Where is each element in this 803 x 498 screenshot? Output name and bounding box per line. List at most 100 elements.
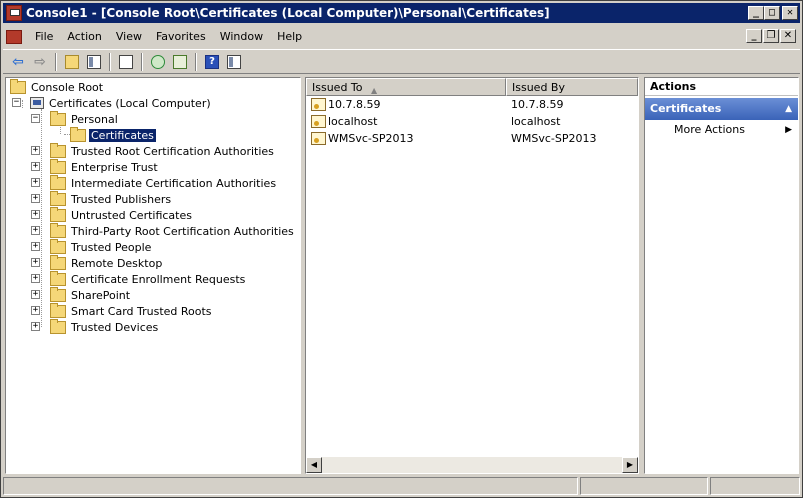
expand-icon[interactable]: +	[31, 290, 40, 299]
tree-label: Trusted Root Certification Authorities	[71, 144, 274, 158]
forward-arrow-icon[interactable]: ⇨	[29, 52, 51, 72]
column-label: Issued By	[512, 81, 565, 94]
expand-icon[interactable]: +	[31, 210, 40, 219]
menu-action[interactable]: Action	[60, 30, 108, 43]
folder-icon	[50, 110, 66, 126]
tree-item-store[interactable]: + Intermediate Certification Authorities	[31, 174, 278, 191]
tree-item-store[interactable]: + Trusted Publishers	[31, 190, 173, 207]
expand-icon[interactable]: +	[31, 226, 40, 235]
certificate-icon	[311, 115, 326, 128]
list-item[interactable]: localhost localhost	[306, 113, 638, 130]
tree-item-store[interactable]: + Trusted Root Certification Authorities	[31, 142, 276, 159]
refresh-icon[interactable]	[147, 52, 169, 72]
folder-icon	[50, 174, 66, 190]
expand-icon[interactable]: +	[31, 194, 40, 203]
console-icon[interactable]	[6, 5, 22, 21]
tree-item-store[interactable]: + Trusted Devices	[31, 318, 160, 335]
column-header-issued-to[interactable]: Issued To ▲	[306, 78, 506, 96]
maximize-button[interactable]: □	[764, 6, 780, 20]
document-system-menu-icon[interactable]	[6, 29, 22, 44]
toolbar-separator	[195, 52, 197, 71]
list-header: Issued To ▲ Issued By	[306, 78, 638, 96]
tree-label: Trusted Devices	[71, 320, 159, 334]
certificate-icon	[311, 98, 326, 111]
scroll-right-arrow-icon[interactable]: ▶	[622, 457, 638, 473]
back-arrow-icon[interactable]: ⇦	[7, 52, 29, 72]
folder-icon	[50, 318, 66, 334]
tree-item-store[interactable]: + Third-Party Root Certification Authori…	[31, 222, 296, 239]
certificate-icon	[311, 132, 326, 145]
collapse-icon[interactable]: −	[31, 114, 40, 123]
child-restore-button[interactable]: ❐	[763, 29, 779, 43]
help-icon[interactable]: ?	[201, 52, 223, 72]
folder-icon	[50, 222, 66, 238]
close-button[interactable]: ✕	[782, 6, 798, 20]
horizontal-scrollbar[interactable]: ◀ ▶	[306, 457, 638, 473]
tree-label: Personal	[71, 112, 118, 126]
tree-item-store[interactable]: + Enterprise Trust	[31, 158, 160, 175]
menu-help[interactable]: Help	[270, 30, 309, 43]
folder-icon	[10, 78, 26, 94]
results-list[interactable]: Issued To ▲ Issued By 10.7.8.59 10.7.8.5…	[305, 77, 639, 474]
tree-label: Remote Desktop	[71, 256, 163, 270]
export-list-icon[interactable]	[169, 52, 191, 72]
tree-item-certificates-local-computer[interactable]: − Certificates (Local Computer)	[12, 95, 213, 111]
collapse-up-arrow-icon[interactable]: ▲	[785, 98, 792, 120]
issued-by-cell: localhost	[511, 115, 561, 128]
submenu-arrow-icon: ▶	[785, 125, 792, 135]
expand-icon[interactable]: +	[31, 242, 40, 251]
status-panel	[710, 477, 800, 495]
tree-item-store[interactable]: + Certificate Enrollment Requests	[31, 270, 247, 287]
menu-window[interactable]: Window	[213, 30, 270, 43]
show-hide-tree-icon[interactable]	[83, 52, 105, 72]
expand-icon[interactable]: +	[31, 274, 40, 283]
tree-item-store[interactable]: + SharePoint	[31, 286, 132, 303]
expand-icon[interactable]: +	[31, 258, 40, 267]
tree-item-personal[interactable]: − Personal	[31, 110, 120, 127]
tree-item-store[interactable]: + Trusted People	[31, 238, 153, 255]
scroll-track[interactable]	[322, 457, 622, 473]
expand-icon[interactable]: +	[31, 146, 40, 155]
minimize-button[interactable]: _	[748, 6, 764, 20]
tree-label: Intermediate Certification Authorities	[71, 176, 277, 190]
console-tree[interactable]: Console Root − Certificates (Local Compu…	[5, 77, 301, 474]
show-hide-action-pane-icon[interactable]	[223, 52, 245, 72]
tree-label: Third-Party Root Certification Authoriti…	[71, 224, 294, 238]
title-bar[interactable]: Console1 - [Console Root\Certificates (L…	[3, 3, 800, 23]
menu-view[interactable]: View	[109, 30, 149, 43]
mmc-window: Console1 - [Console Root\Certificates (L…	[0, 0, 803, 498]
child-close-button[interactable]: ✕	[780, 29, 796, 43]
expand-icon[interactable]: +	[31, 178, 40, 187]
tree-item-personal-certificates[interactable]: Certificates	[70, 126, 157, 143]
folder-icon	[50, 270, 66, 286]
tree-item-console-root[interactable]: Console Root	[10, 78, 105, 95]
column-label: Issued To	[312, 81, 363, 94]
collapse-icon[interactable]: −	[12, 98, 21, 107]
expand-icon[interactable]: +	[31, 162, 40, 171]
toolbar-separator	[141, 52, 143, 71]
tree-label: Smart Card Trusted Roots	[71, 304, 212, 318]
actions-section-certificates[interactable]: Certificates ▲	[645, 98, 798, 120]
tree-item-store[interactable]: + Untrusted Certificates	[31, 206, 194, 223]
expand-icon[interactable]: +	[31, 322, 40, 331]
expand-icon[interactable]: +	[31, 306, 40, 315]
menu-favorites[interactable]: Favorites	[149, 30, 213, 43]
tree-label: Trusted Publishers	[71, 192, 172, 206]
up-one-level-icon[interactable]	[61, 52, 83, 72]
tree-item-store[interactable]: + Remote Desktop	[31, 254, 164, 271]
clipboard-icon[interactable]	[115, 52, 137, 72]
column-header-issued-by[interactable]: Issued By	[506, 78, 638, 96]
window-title: Console1 - [Console Root\Certificates (L…	[26, 6, 550, 20]
sort-ascending-icon: ▲	[371, 86, 378, 95]
scroll-left-arrow-icon[interactable]: ◀	[306, 457, 322, 473]
menu-file[interactable]: File	[28, 30, 60, 43]
tree-item-store[interactable]: + Smart Card Trusted Roots	[31, 302, 214, 319]
computer-icon	[30, 97, 44, 109]
list-item[interactable]: 10.7.8.59 10.7.8.59	[306, 96, 638, 113]
folder-icon	[50, 302, 66, 318]
toolbar-separator	[109, 52, 111, 71]
folder-icon	[50, 238, 66, 254]
child-minimize-button[interactable]: _	[746, 29, 762, 43]
list-item[interactable]: WMSvc-SP2013 WMSvc-SP2013	[306, 130, 638, 147]
more-actions-item[interactable]: More Actions ▶	[645, 120, 798, 140]
